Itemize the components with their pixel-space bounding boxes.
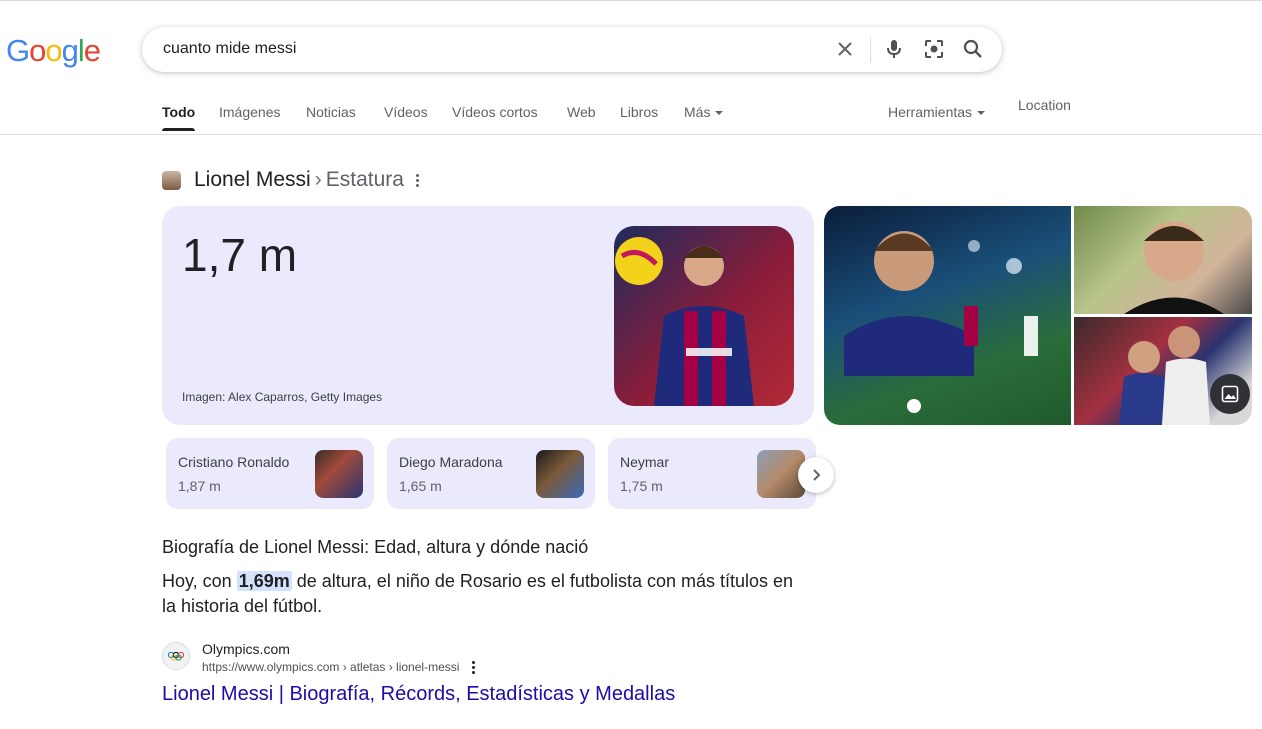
related-height: 1,75 m [620,478,663,494]
mic-icon[interactable] [882,37,906,61]
gallery-images-button[interactable] [1210,374,1250,414]
related-photo [536,450,584,498]
related-name: Diego Maradona [399,454,503,470]
logo-letter: G [6,33,30,68]
search-divider [870,37,871,63]
more-options-icon[interactable] [415,173,419,187]
search-icon[interactable] [961,37,985,61]
search-input[interactable]: cuanto mide messi [163,40,296,58]
entity-thumbnail[interactable] [162,170,181,190]
logo-letter: e [83,33,101,68]
result-title-link[interactable]: Lionel Messi | Biografía, Récords, Estad… [162,683,675,706]
chevron-down-icon [977,111,986,116]
snippet-highlight: 1,69m [236,571,292,591]
logo-letter: o [45,33,62,68]
google-logo[interactable]: Google [6,33,101,69]
snippet-title: Biografía de Lionel Messi: Edad, altura … [162,537,589,557]
tab-mas-label: Más [684,104,711,120]
chevron-down-icon [715,111,724,116]
gallery-image-2[interactable] [1074,206,1252,314]
related-height: 1,65 m [399,478,442,494]
location-link[interactable]: Location [1018,97,1071,113]
entity-header: Lionel Messi › Estatura [162,168,419,192]
image-icon [1221,385,1239,403]
tab-noticias[interactable]: Noticias [306,104,356,120]
related-chip-neymar[interactable]: Neymar 1,75 m [608,438,816,509]
source-site-name: Olympics.com [202,641,290,657]
lens-icon[interactable] [922,37,946,61]
header-divider [0,134,1262,135]
related-height: 1,87 m [178,478,221,494]
height-value: 1,7 m [182,229,298,281]
image-credit: Imagen: Alex Caparros, Getty Images [182,390,383,404]
entity-attribute: Estatura [325,168,404,191]
tab-libros[interactable]: Libros [620,104,658,120]
chevron-right-icon [813,469,821,481]
tab-mas[interactable]: Más [684,104,724,120]
breadcrumb-separator: › [314,168,322,191]
source-url: https://www.olympics.com › atletas › lio… [202,660,460,674]
answer-card: 1,7 m Imagen: Alex Caparros, Getty Image… [162,206,814,425]
related-name: Cristiano Ronaldo [178,454,290,470]
olympics-favicon [162,642,190,670]
logo-letter: g [61,33,79,68]
top-border [0,0,1262,1]
search-box[interactable]: cuanto mide messi [142,27,1002,72]
snippet-text-before: Hoy, con [162,571,237,591]
tools-button[interactable]: Herramientas [888,104,986,120]
related-chip-cristiano-ronaldo[interactable]: Cristiano Ronaldo 1,87 m [166,438,374,509]
tab-videos[interactable]: Vídeos [384,104,428,120]
image-gallery [824,206,1252,425]
related-name: Neymar [620,454,670,470]
entity-name[interactable]: Lionel Messi [194,168,311,192]
result-options-icon[interactable] [472,661,475,674]
tools-label: Herramientas [888,104,973,120]
related-chip-diego-maradona[interactable]: Diego Maradona 1,65 m [387,438,595,509]
tab-todo[interactable]: Todo [162,104,196,131]
messi-photo[interactable] [614,226,794,406]
related-photo [315,450,363,498]
gallery-image-1[interactable] [824,206,1071,425]
logo-letter: o [29,33,46,68]
snippet-text: Hoy, con 1,69m de altura, el niño de Ros… [162,569,802,619]
tab-web[interactable]: Web [567,104,596,120]
next-button[interactable] [798,457,834,493]
tab-videos-cortos[interactable]: Vídeos cortos [452,104,538,120]
close-icon[interactable] [833,37,857,61]
tab-imagenes[interactable]: Imágenes [219,104,280,120]
